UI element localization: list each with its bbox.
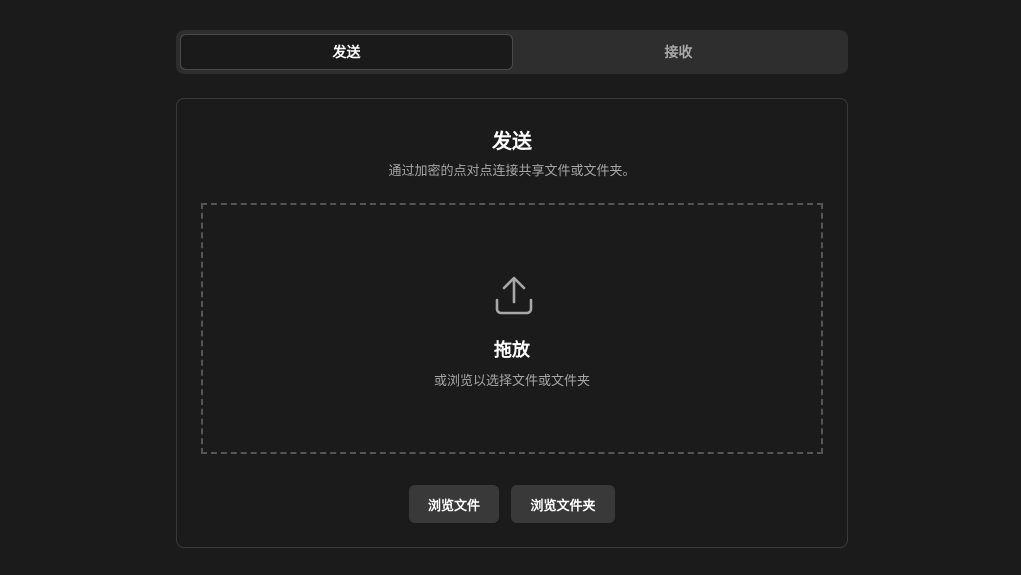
mode-tabs: 发送 接收: [176, 30, 848, 74]
tab-send[interactable]: 发送: [180, 34, 513, 70]
browse-folder-button[interactable]: 浏览文件夹: [511, 485, 615, 523]
drop-subtitle: 或浏览以选择文件或文件夹: [433, 374, 590, 389]
browse-files-button[interactable]: 浏览文件: [409, 485, 499, 523]
drop-title: 拖放: [494, 340, 530, 361]
card-title: 发送: [492, 129, 532, 153]
card-description: 通过加密的点对点连接共享文件或文件夹。: [388, 164, 636, 179]
send-card: 发送 通过加密的点对点连接共享文件或文件夹。 拖放 或浏览以选择文件或文件夹 浏…: [176, 98, 848, 548]
tab-receive[interactable]: 接收: [513, 34, 844, 70]
upload-icon: [495, 276, 533, 315]
drop-zone[interactable]: 拖放 或浏览以选择文件或文件夹: [201, 203, 823, 454]
